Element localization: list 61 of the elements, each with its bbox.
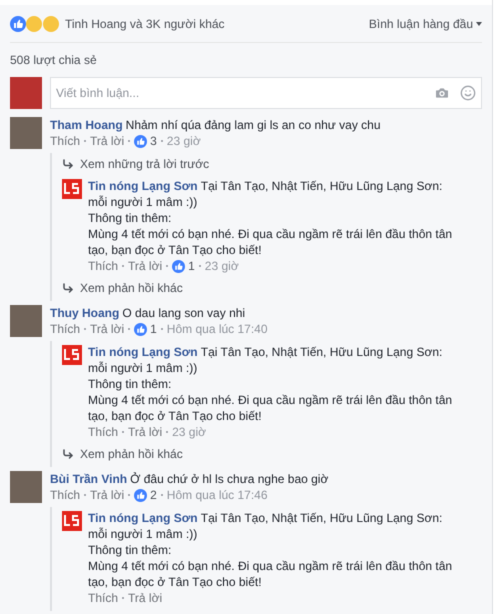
reply-text: Tin nóng Lạng Sơn Tại Tân Tạo, Nhật Tiến, Hữu Lũng Lạng Sơn: mỗi người 1 mâm :))	[88, 510, 444, 542]
comment-action-link[interactable]: Thích	[88, 258, 118, 274]
author-link[interactable]: Bùi Trần Vinh	[50, 472, 128, 486]
comment-time: Hôm qua lúc 17:40	[166, 321, 268, 337]
avatar-photo	[10, 471, 42, 503]
like-count: 1	[188, 258, 195, 274]
reply-text: Mùng 4 tết mới có bạn nhé. Đi qua cầu ngầm rẽ trái lên đầu thôn tân tạo, bạn đọc ở Tân Tạo cho biết!	[88, 226, 454, 258]
comment-text: Ở đâu chứ ở hl ls chưa nghe bao giờ	[130, 472, 328, 486]
avatar-photo	[10, 77, 42, 109]
view-replies-link[interactable]: Xem phản hồi khác	[62, 443, 482, 465]
page-logo-icon	[62, 179, 82, 199]
comment-action-link[interactable]: Trả lời	[90, 487, 124, 503]
comment-action-link[interactable]: Trả lời	[128, 590, 162, 606]
comment-input-field[interactable]: Viết bình luận...	[50, 77, 482, 109]
comment-time: Hôm qua lúc 17:46	[166, 487, 268, 503]
thumbs-up-icon	[172, 260, 186, 272]
reply-text: Mùng 4 tết mới có bạn nhé. Đi qua cầu ngầm rẽ trái lên đầu thôn tân tạo, bạn đọc ở Tân Tạo cho biết!	[88, 558, 454, 590]
page-logo-icon	[62, 345, 82, 365]
comment-action-link[interactable]: Trả lời	[128, 258, 162, 274]
smiley-icon[interactable]	[460, 85, 476, 101]
sort-dropdown[interactable]: Bình luận hàng đầu	[368, 14, 482, 32]
reply-arrow-icon	[62, 282, 74, 294]
comment-action-link[interactable]: Thích	[88, 424, 118, 440]
author-link[interactable]: Thuy Hoang	[50, 306, 120, 320]
share-count: 508 lượt chia sẻ	[10, 52, 97, 69]
reply-text: Thông tin thêm:	[88, 376, 172, 392]
comment-action-link[interactable]: Thích	[50, 133, 80, 149]
camera-icon[interactable]	[434, 85, 450, 101]
like-count: 3	[150, 133, 157, 149]
author-link[interactable]: Tham Hoang	[50, 118, 123, 132]
comment-text: O dau lang son vay nhi	[122, 306, 246, 320]
thumbs-up-icon	[134, 322, 148, 336]
comment-action-link[interactable]: Thích	[50, 487, 80, 503]
reply-text: Mùng 4 tết mới có bạn nhé. Đi qua cầu ngầm rẽ trái lên đầu thôn tân tạo, bạn đọc ở Tân Tạo cho biết!	[88, 392, 454, 424]
page-logo-icon	[62, 511, 82, 531]
reactions-summary[interactable]: Tinh Hoang và 3K người khác	[65, 14, 225, 32]
reply-text: Tin nóng Lạng Sơn Tại Tân Tạo, Nhật Tiến, Hữu Lũng Lạng Sơn: mỗi người 1 mâm :))	[88, 178, 444, 210]
comment-action-link[interactable]: Trả lời	[90, 321, 124, 337]
reply-arrow-icon	[62, 448, 74, 460]
comment-action-link[interactable]: Trả lời	[90, 133, 124, 149]
like-count: 2	[150, 487, 157, 503]
comment-action-link[interactable]: Thích	[50, 321, 80, 337]
view-replies-link[interactable]: Xem phản hồi khác	[62, 277, 482, 299]
comment-time: 23 giờ	[172, 424, 206, 440]
comment-text: Nhảm nhí qúa đảng lam gi ls an co như vay chu	[126, 118, 381, 132]
thumbs-up-icon	[10, 16, 26, 32]
reply-text: Tin nóng Lạng Sơn Tại Tân Tạo, Nhật Tiến, Hữu Lũng Lạng Sơn: mỗi người 1 mâm :))	[88, 344, 444, 376]
reply-text: Thông tin thêm:	[88, 210, 172, 226]
comment-action-link[interactable]: Trả lời	[128, 424, 162, 440]
comment-time: 23 giờ	[166, 133, 201, 149]
like-count: 1	[150, 321, 157, 337]
caret-icon	[476, 22, 482, 26]
comment-time: 23 giờ	[204, 258, 239, 274]
avatar-photo	[10, 305, 42, 337]
thumbs-up-icon	[134, 134, 148, 148]
view-replies-link[interactable]: Xem những trả lời trước	[62, 153, 482, 175]
comment-action-link[interactable]: Thích	[88, 590, 118, 606]
reply-arrow-icon	[62, 158, 74, 170]
reply-text: Thông tin thêm:	[88, 542, 172, 558]
thumbs-up-icon	[134, 488, 148, 502]
avatar-photo	[10, 117, 42, 149]
